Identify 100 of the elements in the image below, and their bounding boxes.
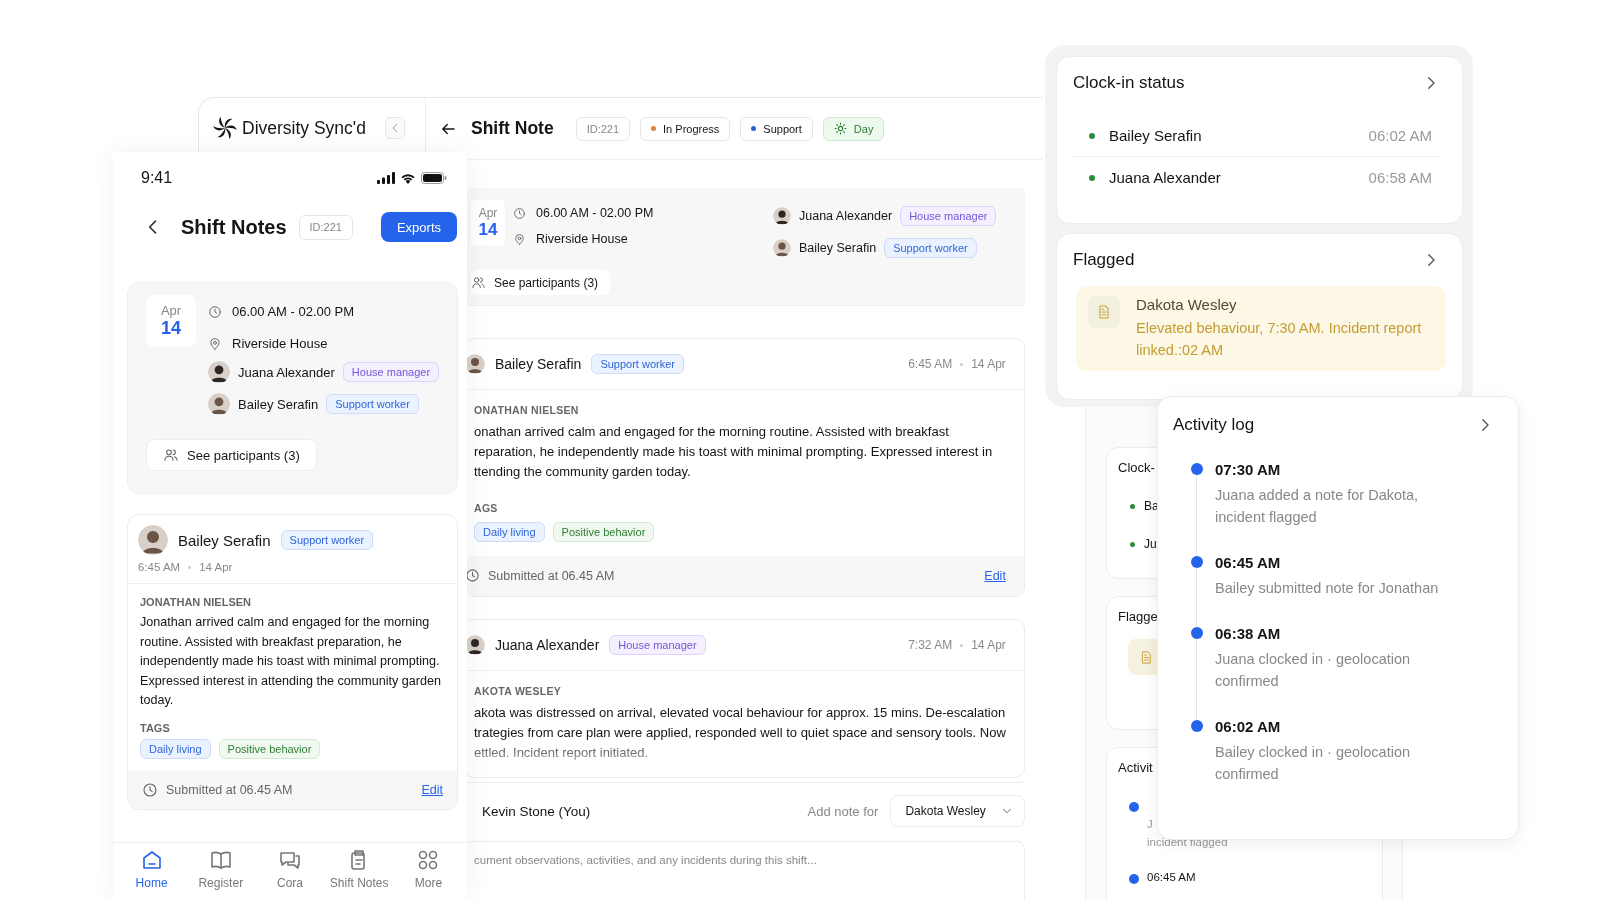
flag-text: Elevated behaviour, 7:30 AM. Incident report linked.:02 AM (1136, 319, 1423, 360)
shift-location: Riverside House (536, 232, 628, 246)
note-text: Jonathan arrived calm and engaged for the morning routine. Assisted with breakfast preparation, he independently made his toast with minimal prompting. Expressed interest in attending the community garden today. (140, 614, 443, 709)
role-badge: House manager (342, 362, 440, 382)
nav-tab[interactable]: Cora (255, 843, 325, 900)
clock-in-time: 06:58 AM (1368, 169, 1432, 186)
submitted-time: Submitted at 06.45 AM (488, 568, 615, 583)
export-button[interactable]: Exports (380, 212, 457, 242)
nav-tab[interactable]: Register (186, 843, 256, 900)
sun-icon (833, 122, 847, 135)
author-name: Juana Alexander (495, 637, 600, 653)
recipient-dropdown[interactable]: Dakota Wesley (890, 795, 1025, 827)
clock-icon (513, 206, 526, 220)
status-dot (1089, 132, 1095, 139)
role-badge: House manager (609, 635, 706, 655)
activity-text: Bailey submitted note for Jonathan (1215, 579, 1440, 598)
location-pin-icon (208, 336, 222, 351)
date-month: Apr (160, 303, 182, 318)
page-title: Shift Notes (181, 215, 287, 239)
role-badge: House manager (900, 206, 997, 226)
activity-time: 06:02 AM (1215, 718, 1282, 735)
status-dot (1130, 541, 1135, 547)
activity-time: 07:30 AM (1215, 461, 1282, 478)
nav-tab[interactable]: More (393, 843, 463, 900)
date-day: 14 (478, 220, 498, 240)
wifi-icon (400, 172, 416, 184)
battery-icon (421, 172, 447, 184)
note-text: akota was distressed on arrival, elevated vocal behaviour for approx. 15 mins. De-escalation trategies from care plan were applied, responded well to quiet space and sensory tools. Now ettled. Incident report initiated. (474, 704, 1006, 762)
page-title: Shift Note (471, 118, 554, 139)
staff-name: Bailey Serafin (799, 241, 877, 255)
person-name: Juana Alexander (1109, 169, 1221, 186)
shift-time: 06.00 AM - 02.00 PM (232, 304, 355, 319)
author-name: Bailey Serafin (495, 356, 582, 372)
date-month: Apr (478, 206, 498, 220)
avatar-icon (773, 207, 791, 225)
id-badge: ID:221 (298, 214, 353, 240)
card-title: Clock- (1118, 460, 1155, 475)
clock-icon (142, 781, 158, 798)
activity-time: 06:45 AM (1147, 871, 1196, 883)
participant-name: AKOTA WESLEY (474, 685, 562, 697)
participants-button[interactable]: See participants (3) (471, 270, 611, 295)
tags-label: TAGS (140, 721, 171, 734)
person-name: Ju (1144, 537, 1157, 551)
timeline-dot (1191, 556, 1203, 568)
participant-name: ONATHAN NIELSEN (474, 404, 580, 416)
status-badge: In Progress (640, 116, 731, 141)
card-title: Clock-in status (1073, 73, 1185, 93)
tag-chip: Daily living (474, 522, 545, 542)
note-time: 6:45 AM (138, 561, 181, 573)
participants-button[interactable]: See participants (3) (146, 439, 317, 471)
timeline-dot (1129, 874, 1139, 884)
status-dot (1130, 503, 1135, 509)
status-dot (1089, 174, 1095, 181)
avatar-icon (208, 361, 230, 383)
nav-tab[interactable]: Shift Notes (324, 843, 394, 900)
shift-time: 06.00 AM - 02.00 PM (536, 206, 654, 220)
day-badge: Day (822, 116, 885, 141)
author-name: Kevin Stone (You) (482, 803, 591, 819)
id-badge: ID:221 (575, 116, 631, 141)
tag-chip: Daily living (140, 738, 211, 759)
logo-icon (212, 115, 238, 141)
people-icon (471, 275, 486, 290)
role-badge: Support worker (280, 530, 374, 550)
date-day: 14 (161, 318, 181, 339)
tag-chip: Positive behavior (218, 738, 321, 759)
clock-icon (465, 568, 480, 583)
document-icon (1096, 304, 1112, 320)
tags-label: AGS (474, 502, 499, 514)
tag-chip: Positive behavior (552, 522, 655, 542)
brand-name: Diversity Sync'd (242, 117, 366, 139)
timeline-dot (1129, 802, 1139, 812)
timeline-dot (1191, 463, 1203, 475)
note-date: 14 Apr (199, 561, 233, 573)
flagged-item[interactable]: Dakota Wesley Elevated behaviour, 7:30 AM. Incident report linked.:02 AM (1076, 286, 1446, 371)
staff-name: Juana Alexander (238, 364, 335, 380)
edit-link[interactable]: Edit (421, 782, 443, 797)
person-name: Dakota Wesley (1136, 296, 1238, 313)
activity-text: J (1147, 817, 1153, 832)
staff-name: Bailey Serafin (238, 396, 319, 412)
card-title: Flagge (1118, 609, 1158, 624)
note-field[interactable]: cument observations, activities, and any incidents during this shift... (464, 841, 1025, 900)
card-title: Activity log (1173, 415, 1255, 435)
shift-location: Riverside House (232, 336, 328, 351)
submitted-time: Submitted at 06.45 AM (166, 782, 293, 797)
nav-tab[interactable]: Home (117, 843, 187, 900)
person-name: Bailey Serafin (1109, 127, 1202, 144)
activity-text: Bailey clocked in · geolocation confirmed (1215, 743, 1412, 784)
timeline-dot (1191, 627, 1203, 639)
timeline-dot (1191, 720, 1203, 732)
clock-icon (208, 304, 222, 319)
edit-link[interactable]: Edit (984, 568, 1006, 583)
activity-text: Juana clocked in · geolocation confirmed (1215, 650, 1412, 691)
role-badge: Support worker (591, 354, 684, 374)
field-label: Add note for (807, 803, 879, 819)
avatar-icon (138, 525, 168, 555)
activity-time: 06:45 AM (1215, 554, 1282, 571)
note-date: 14 Apr (971, 638, 1006, 652)
clock-in-time: 06:02 AM (1368, 127, 1432, 144)
avatar-icon (773, 239, 791, 257)
status-badge: Support (740, 116, 813, 141)
